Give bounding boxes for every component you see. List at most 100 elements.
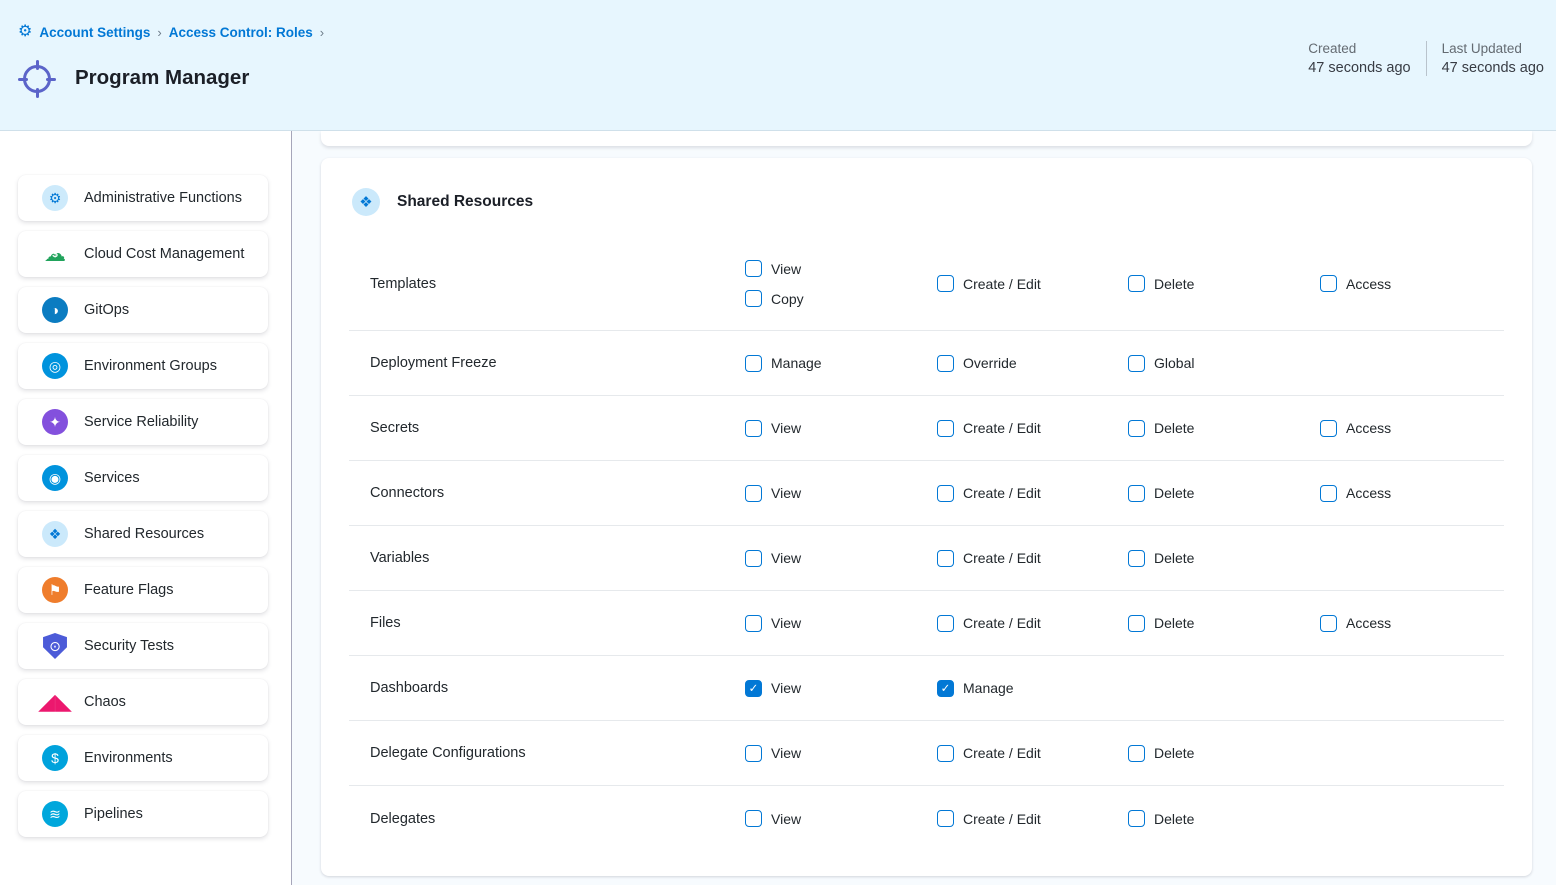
checkbox-unchecked-icon[interactable] bbox=[1128, 745, 1145, 762]
checkbox-unchecked-icon[interactable] bbox=[745, 355, 762, 372]
permission-cell: Create / Edit bbox=[937, 550, 1128, 567]
permission-delegates-delete[interactable]: Delete bbox=[1128, 810, 1320, 827]
cloud-dollar-icon: ☁$ bbox=[42, 241, 68, 267]
checkbox-unchecked-icon[interactable] bbox=[1128, 485, 1145, 502]
checkbox-unchecked-icon[interactable] bbox=[1320, 275, 1337, 292]
permission-secrets-view[interactable]: View bbox=[745, 420, 937, 437]
sidebar-item-administrative-functions[interactable]: ⚙Administrative Functions bbox=[18, 175, 268, 221]
checkbox-unchecked-icon[interactable] bbox=[745, 485, 762, 502]
environments-icon: $ bbox=[42, 745, 68, 771]
permission-label: Delete bbox=[1154, 420, 1194, 436]
sidebar-item-pipelines[interactable]: ≋Pipelines bbox=[18, 791, 268, 837]
checkbox-unchecked-icon[interactable] bbox=[1320, 420, 1337, 437]
gitops-icon: ◑ bbox=[42, 297, 68, 323]
checkbox-checked-icon[interactable]: ✓ bbox=[937, 680, 954, 697]
checkbox-unchecked-icon[interactable] bbox=[937, 275, 954, 292]
permission-connectors-delete[interactable]: Delete bbox=[1128, 485, 1320, 502]
sidebar-item-service-reliability[interactable]: ✦Service Reliability bbox=[18, 399, 268, 445]
breadcrumb-link-account-settings[interactable]: Account Settings bbox=[39, 25, 150, 40]
checkbox-unchecked-icon[interactable] bbox=[1128, 810, 1145, 827]
permission-connectors-access[interactable]: Access bbox=[1320, 485, 1504, 502]
checkbox-unchecked-icon[interactable] bbox=[937, 810, 954, 827]
checkbox-unchecked-icon[interactable] bbox=[937, 615, 954, 632]
checkbox-unchecked-icon[interactable] bbox=[1128, 615, 1145, 632]
page-title: Program Manager bbox=[75, 66, 249, 90]
permission-label: Delete bbox=[1154, 485, 1194, 501]
permission-cell: View bbox=[745, 550, 937, 567]
permission-cell: View Copy bbox=[745, 260, 937, 307]
permission-deployment-freeze-override[interactable]: Override bbox=[937, 355, 1128, 372]
permission-variables-create-edit[interactable]: Create / Edit bbox=[937, 550, 1128, 567]
permission-deployment-freeze-manage[interactable]: Manage bbox=[745, 355, 937, 372]
checkbox-checked-icon[interactable]: ✓ bbox=[745, 680, 762, 697]
checkbox-unchecked-icon[interactable] bbox=[1128, 420, 1145, 437]
permission-label: Manage bbox=[963, 680, 1014, 696]
checkbox-unchecked-icon[interactable] bbox=[1128, 550, 1145, 567]
breadcrumb-separator-icon: › bbox=[320, 25, 324, 40]
checkbox-unchecked-icon[interactable] bbox=[745, 260, 762, 277]
checkbox-unchecked-icon[interactable] bbox=[937, 420, 954, 437]
permission-connectors-view[interactable]: View bbox=[745, 485, 937, 502]
permission-templates-create-edit[interactable]: Create / Edit bbox=[937, 275, 1128, 292]
permission-label: Copy bbox=[771, 291, 804, 307]
permission-deployment-freeze-global[interactable]: Global bbox=[1128, 355, 1320, 372]
checkbox-unchecked-icon[interactable] bbox=[937, 745, 954, 762]
permission-label: View bbox=[771, 485, 801, 501]
last-updated-value: 47 seconds ago bbox=[1442, 60, 1544, 76]
sidebar-item-services[interactable]: ◉Services bbox=[18, 455, 268, 501]
permission-delegate-configurations-view[interactable]: View bbox=[745, 745, 937, 762]
checkbox-unchecked-icon[interactable] bbox=[937, 355, 954, 372]
checkbox-unchecked-icon[interactable] bbox=[937, 550, 954, 567]
permission-files-view[interactable]: View bbox=[745, 615, 937, 632]
permission-dashboards-manage[interactable]: ✓ Manage bbox=[937, 680, 1128, 697]
sidebar-item-gitops[interactable]: ◑GitOps bbox=[18, 287, 268, 333]
sidebar-item-label: Services bbox=[84, 470, 140, 486]
permission-files-create-edit[interactable]: Create / Edit bbox=[937, 615, 1128, 632]
sidebar-item-environment-groups[interactable]: ◎Environment Groups bbox=[18, 343, 268, 389]
checkbox-unchecked-icon[interactable] bbox=[937, 485, 954, 502]
permission-label: Create / Edit bbox=[963, 485, 1041, 501]
permission-secrets-delete[interactable]: Delete bbox=[1128, 420, 1320, 437]
permission-cell: View bbox=[745, 745, 937, 762]
page-header: ⚙ Account Settings›Access Control: Roles… bbox=[0, 0, 1556, 131]
permission-delegate-configurations-delete[interactable]: Delete bbox=[1128, 745, 1320, 762]
sidebar-item-chaos[interactable]: ◢◣Chaos bbox=[18, 679, 268, 725]
checkbox-unchecked-icon[interactable] bbox=[745, 550, 762, 567]
breadcrumb-link-access-control-roles[interactable]: Access Control: Roles bbox=[169, 25, 313, 40]
permission-delegate-configurations-create-edit[interactable]: Create / Edit bbox=[937, 745, 1128, 762]
permission-variables-delete[interactable]: Delete bbox=[1128, 550, 1320, 567]
checkbox-unchecked-icon[interactable] bbox=[745, 810, 762, 827]
permission-delegates-view[interactable]: View bbox=[745, 810, 937, 827]
sidebar-item-security-tests[interactable]: ⊙Security Tests bbox=[18, 623, 268, 669]
checkbox-unchecked-icon[interactable] bbox=[1128, 355, 1145, 372]
last-updated-label: Last Updated bbox=[1442, 41, 1544, 56]
checkbox-unchecked-icon[interactable] bbox=[745, 745, 762, 762]
permission-dashboards-view[interactable]: ✓View bbox=[745, 680, 937, 697]
sidebar-item-feature-flags[interactable]: ⚑Feature Flags bbox=[18, 567, 268, 613]
permission-files-delete[interactable]: Delete bbox=[1128, 615, 1320, 632]
permission-row-connectors: ConnectorsViewCreate / EditDeleteAccess bbox=[349, 461, 1504, 526]
permission-cell: Access bbox=[1320, 615, 1504, 632]
permission-row-secrets: SecretsViewCreate / EditDeleteAccess bbox=[349, 396, 1504, 461]
checkbox-unchecked-icon[interactable] bbox=[745, 420, 762, 437]
checkbox-unchecked-icon[interactable] bbox=[745, 290, 762, 307]
checkbox-unchecked-icon[interactable] bbox=[1320, 615, 1337, 632]
permission-templates-access[interactable]: Access bbox=[1320, 275, 1504, 292]
permission-delegates-create-edit[interactable]: Create / Edit bbox=[937, 810, 1128, 827]
permission-connectors-create-edit[interactable]: Create / Edit bbox=[937, 485, 1128, 502]
permission-cell: View bbox=[745, 420, 937, 437]
permission-templates-view[interactable]: View bbox=[745, 260, 937, 277]
sidebar-item-environments[interactable]: $Environments bbox=[18, 735, 268, 781]
permission-templates-delete[interactable]: Delete bbox=[1128, 275, 1320, 292]
checkbox-unchecked-icon[interactable] bbox=[745, 615, 762, 632]
permission-files-access[interactable]: Access bbox=[1320, 615, 1504, 632]
permission-variables-view[interactable]: View bbox=[745, 550, 937, 567]
checkbox-unchecked-icon[interactable] bbox=[1320, 485, 1337, 502]
sidebar-item-shared-resources[interactable]: ❖Shared Resources bbox=[18, 511, 268, 557]
sidebar-item-cloud-cost-management[interactable]: ☁$Cloud Cost Management bbox=[18, 231, 268, 277]
permission-cell: Delete bbox=[1128, 485, 1320, 502]
permission-secrets-create-edit[interactable]: Create / Edit bbox=[937, 420, 1128, 437]
checkbox-unchecked-icon[interactable] bbox=[1128, 275, 1145, 292]
permission-templates-copy[interactable]: Copy bbox=[745, 290, 937, 307]
permission-secrets-access[interactable]: Access bbox=[1320, 420, 1504, 437]
